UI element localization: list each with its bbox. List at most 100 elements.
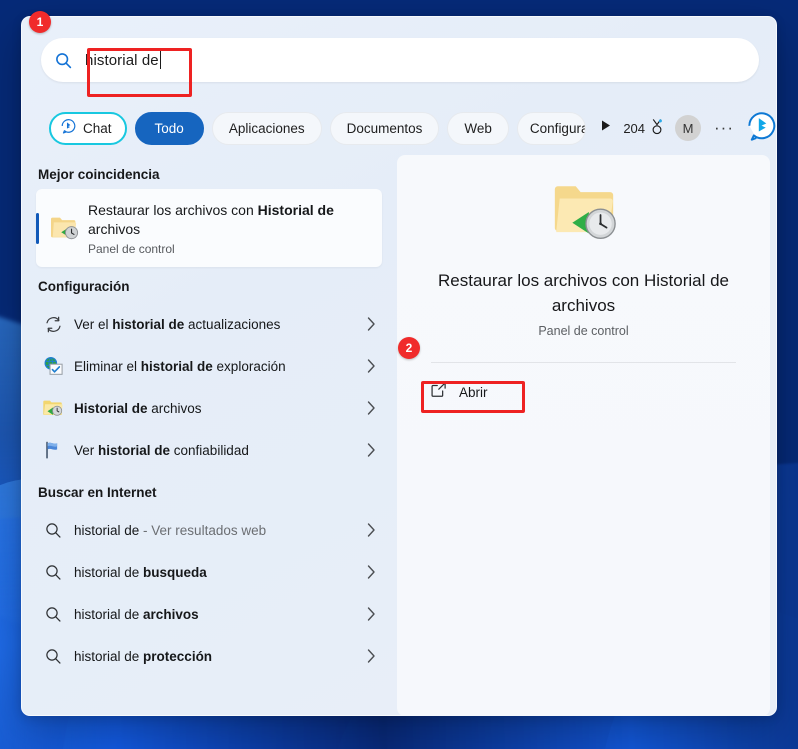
tab-chat[interactable]: Chat <box>49 111 127 145</box>
list-item-file-history[interactable]: Historial de archivos <box>32 387 386 429</box>
list-item-web-search-1[interactable]: historial de busqueda <box>32 551 386 593</box>
rewards-count: 204 <box>623 120 646 136</box>
list-item-update-history[interactable]: Ver el historial de actualizaciones <box>32 303 386 345</box>
desktop-background: historial de Chat Todo Aplicaciones Docu… <box>0 0 798 749</box>
list-item-label: historial de protección <box>74 649 356 664</box>
best-match-title-bold: Historial de <box>257 201 334 218</box>
list-item-web-search-0[interactable]: historial de - Ver resultados web <box>32 509 386 551</box>
label-suffix: actualizaciones <box>184 316 281 332</box>
best-match-title-suffix: archivos <box>88 220 141 237</box>
list-item-label: Eliminar el historial de exploración <box>74 359 356 374</box>
chevron-right-icon <box>356 523 386 537</box>
internet-heading: Buscar en Internet <box>38 485 157 500</box>
label-bold: historial de <box>140 358 213 374</box>
folder-history-large-icon <box>545 179 623 254</box>
tab-todo[interactable]: Todo <box>134 111 204 145</box>
search-icon <box>41 52 85 69</box>
tab-aplicaciones-label: Aplicaciones <box>228 120 305 136</box>
chevron-right-icon <box>356 649 386 663</box>
search-input-value: historial de <box>85 51 159 69</box>
tab-configuracion-label: Configura <box>529 120 587 136</box>
file-history-icon <box>32 398 74 418</box>
search-box[interactable]: historial de <box>41 38 759 82</box>
internet-properties-icon <box>32 356 74 377</box>
chevron-right-icon <box>356 359 386 373</box>
account-avatar[interactable]: M <box>675 115 702 141</box>
play-arrow-icon <box>600 119 612 137</box>
search-input[interactable]: historial de <box>85 38 759 82</box>
list-item-web-search-2[interactable]: historial de archivos <box>32 593 386 635</box>
bing-chat-icon <box>60 118 77 138</box>
list-item-label: Historial de archivos <box>74 401 356 416</box>
reliability-flag-icon <box>32 440 74 460</box>
tab-web-label: Web <box>464 120 492 136</box>
best-match-text: Restaurar los archivos con Historial de … <box>88 201 382 256</box>
bing-icon[interactable] <box>747 111 776 146</box>
search-icon <box>32 522 74 539</box>
chevron-right-icon <box>356 401 386 415</box>
tabstrip-actions: 204 M ··· <box>623 111 776 146</box>
results-list-panel: Mejor coincidencia Restaurar los archivo… <box>22 155 396 715</box>
settings-heading: Configuración <box>38 279 130 294</box>
label-suffix: - Ver resultados web <box>139 522 267 538</box>
list-item-delete-browsing-history[interactable]: Eliminar el historial de exploración <box>32 345 386 387</box>
label-bold: Historial de <box>74 400 148 416</box>
tab-overflow-button[interactable] <box>596 113 615 143</box>
search-icon <box>32 606 74 623</box>
tab-aplicaciones[interactable]: Aplicaciones <box>211 111 322 145</box>
update-refresh-icon <box>32 315 74 334</box>
label-prefix: historial de <box>74 648 144 664</box>
list-item-label: historial de archivos <box>74 607 356 622</box>
list-item-label: historial de busqueda <box>74 565 356 580</box>
open-external-icon <box>430 381 447 403</box>
tab-web[interactable]: Web <box>447 111 509 145</box>
tab-todo-label: Todo <box>154 120 184 136</box>
best-match-result[interactable]: Restaurar los archivos con Historial de … <box>36 189 382 267</box>
tab-configuracion[interactable]: Configura <box>516 111 587 145</box>
search-icon <box>32 564 74 581</box>
label-bold: protección <box>143 648 213 664</box>
tab-chat-label: Chat <box>83 120 112 136</box>
chevron-right-icon <box>356 443 386 457</box>
label-suffix: confiabilidad <box>170 442 249 458</box>
annotation-badge-2: 2 <box>398 337 420 359</box>
preview-subtitle: Panel de control <box>538 324 629 338</box>
text-caret <box>159 51 161 69</box>
search-bar: historial de <box>41 38 759 82</box>
preview-actions: Abrir <box>397 363 770 407</box>
abrir-action[interactable]: Abrir <box>430 377 770 407</box>
list-item-web-search-3[interactable]: historial de protección <box>32 635 386 677</box>
search-icon <box>32 648 74 665</box>
rewards-medal-icon <box>649 118 665 138</box>
internet-results: historial de - Ver resultados web histor… <box>22 507 396 677</box>
label-prefix: Ver el <box>74 316 113 332</box>
label-bold: historial de <box>112 316 185 332</box>
list-item-label: Ver el historial de actualizaciones <box>74 317 356 332</box>
annotation-badge-1: 1 <box>29 11 51 33</box>
preview-card: Restaurar los archivos con Historial de … <box>397 155 770 715</box>
list-item-reliability-history[interactable]: Ver historial de confiabilidad <box>32 429 386 471</box>
best-match-title: Restaurar los archivos con Historial de … <box>88 201 372 239</box>
label-prefix: historial de <box>74 564 144 580</box>
more-dots-icon: ··· <box>714 118 734 137</box>
chevron-right-icon <box>356 607 386 621</box>
more-options-button[interactable]: ··· <box>711 119 737 136</box>
folder-history-icon <box>36 214 88 242</box>
chevron-right-icon <box>356 565 386 579</box>
label-bold: historial de <box>98 442 171 458</box>
label-prefix: historial de <box>74 522 140 538</box>
avatar-initial: M <box>682 120 694 136</box>
results-content: Mejor coincidencia Restaurar los archivo… <box>22 155 776 715</box>
tab-documentos-label: Documentos <box>346 120 423 136</box>
filter-tab-strip: Chat Todo Aplicaciones Documentos Web Co… <box>49 109 776 147</box>
label-prefix: historial de <box>74 606 144 622</box>
chevron-right-icon <box>356 317 386 331</box>
tab-documentos[interactable]: Documentos <box>329 111 440 145</box>
annotation-badge-1-label: 1 <box>36 15 44 29</box>
label-bold: busqueda <box>143 564 207 580</box>
preview-content: Restaurar los archivos con Historial de … <box>397 155 770 338</box>
preview-panel: Restaurar los archivos con Historial de … <box>396 155 776 715</box>
best-match-subtitle: Panel de control <box>88 241 175 256</box>
label-prefix: Eliminar el <box>74 358 141 374</box>
rewards-button[interactable]: 204 <box>623 118 665 138</box>
